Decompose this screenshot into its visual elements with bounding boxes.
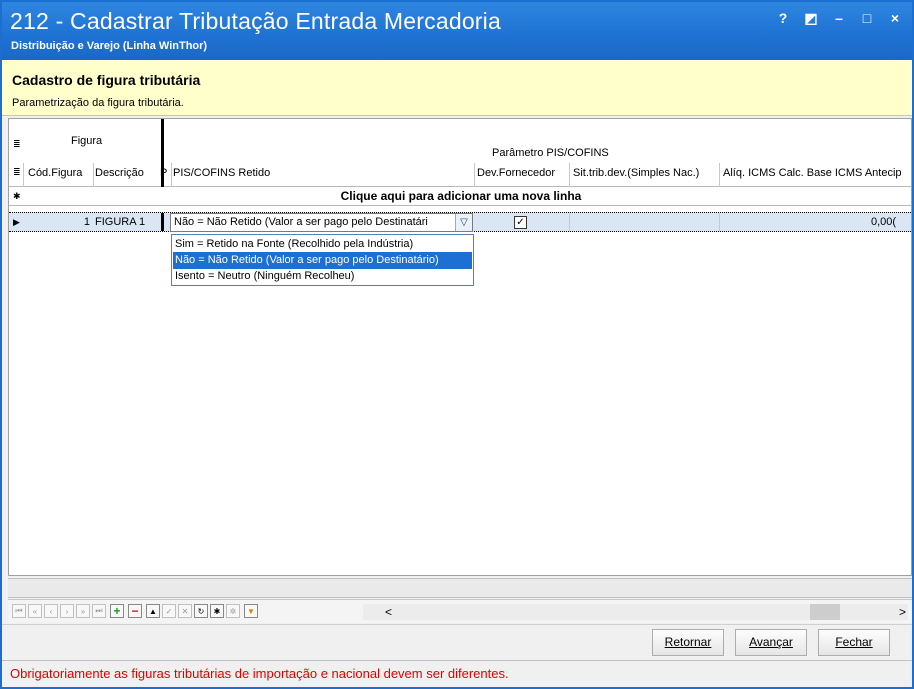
column-chooser-icon-2[interactable]: ≣ <box>13 167 21 178</box>
grid-header: ≣ ≣ Figura Parâmetro PIS/COFINS Cód.Figu… <box>9 119 911 187</box>
chevron-down-icon[interactable]: ▽ <box>455 214 472 231</box>
column-chooser-icon[interactable]: ≣ <box>13 139 21 150</box>
app-window: 212 - Cadastrar Tributação Entrada Merca… <box>0 0 914 689</box>
grid-footer <box>8 578 912 598</box>
header-panel: Cadastro de figura tributária Parametriz… <box>2 60 912 116</box>
last-page-icon[interactable]: ⏭ <box>92 604 106 618</box>
col-cod-figura[interactable]: Cód.Figura <box>28 167 82 179</box>
new-row-text: Clique aqui para adicionar uma nova linh… <box>340 189 582 203</box>
post-icon[interactable]: ✓ <box>162 604 176 618</box>
minimize-icon[interactable]: – <box>832 10 846 26</box>
divider <box>719 213 720 231</box>
navigator-bar: ⏮ « ‹ › » ⏭ + − ▲ ✓ ✕ ↻ ✱ ✲ ▼ < > <box>8 599 912 623</box>
col-sit-trib-dev[interactable]: Sit.trib.dev.(Simples Nac.) <box>573 167 699 179</box>
refresh-icon[interactable]: ↻ <box>194 604 208 618</box>
divider <box>171 163 172 187</box>
maximize-icon[interactable]: □ <box>860 10 874 26</box>
prev-record-icon[interactable]: ‹ <box>44 604 58 618</box>
data-grid: ≣ ≣ Figura Parâmetro PIS/COFINS Cód.Figu… <box>8 118 912 576</box>
divider <box>23 163 24 187</box>
cell-cod-figura[interactable]: 1 <box>28 216 90 228</box>
title-bar[interactable]: 212 - Cadastrar Tributação Entrada Merca… <box>2 2 912 60</box>
bookmark-icon[interactable]: ✱ <box>210 604 224 618</box>
filter-icon[interactable]: ▼ <box>244 604 258 618</box>
combo-value: Não = Não Retido (Valor a ser pago pelo … <box>174 216 428 228</box>
avancar-button[interactable]: Avançar <box>735 629 807 656</box>
first-page-icon[interactable]: ⏮ <box>12 604 26 618</box>
cancel-icon[interactable]: ✕ <box>178 604 192 618</box>
group-header-figura: Figura <box>71 135 103 147</box>
help-icon[interactable]: ? <box>776 10 790 26</box>
dropdown-option-nao[interactable]: Não = Não Retido (Valor a ser pago pelo … <box>173 252 472 269</box>
action-bar: Retornar Avançar Fechar <box>2 624 912 660</box>
divider <box>474 163 475 187</box>
col-descricao[interactable]: Descrição <box>95 167 144 179</box>
status-bar: Obrigatoriamente as figuras tributárias … <box>2 660 912 685</box>
fechar-button[interactable]: Fechar <box>818 629 890 656</box>
restore-icon[interactable]: ◩ <box>804 10 818 26</box>
table-row[interactable]: ▶ 1 FIGURA 1 Não = Não Retido (Valor a s… <box>9 212 911 232</box>
status-message: Obrigatoriamente as figuras tributárias … <box>10 666 509 681</box>
divider <box>569 213 570 231</box>
add-icon[interactable]: + <box>110 604 124 618</box>
close-icon[interactable]: × <box>888 10 902 26</box>
cell-descricao[interactable]: FIGURA 1 <box>95 216 145 228</box>
window-title: 212 - Cadastrar Tributação Entrada Merca… <box>10 8 501 34</box>
scroll-right-icon[interactable]: > <box>899 605 906 619</box>
col-aliq-icms[interactable]: Alíq. ICMS Calc. Base ICMS Antecip <box>723 167 902 179</box>
retornar-button[interactable]: Retornar <box>652 629 724 656</box>
group-header-pis-cofins: Parâmetro PIS/COFINS <box>492 147 609 159</box>
window-controls: ? ◩ – □ × <box>776 10 902 27</box>
window-subtitle: Distribuição e Varejo (Linha WinThor) <box>11 40 208 52</box>
divider <box>93 163 94 187</box>
pis-cofins-retido-combo[interactable]: Não = Não Retido (Valor a ser pago pelo … <box>170 213 473 232</box>
next-page-icon[interactable]: » <box>76 604 90 618</box>
row-indicator-icon: ▶ <box>13 217 20 227</box>
page-title: Cadastro de figura tributária <box>12 72 201 88</box>
edit-icon[interactable]: ▲ <box>146 604 160 618</box>
scroll-left-icon[interactable]: < <box>385 605 392 619</box>
divider <box>719 163 720 187</box>
horizontal-scrollbar[interactable]: < > <box>363 604 908 620</box>
col-dev-fornecedor[interactable]: Dev.Fornecedor <box>477 167 555 179</box>
page-subtitle: Parametrização da figura tributária. <box>12 97 184 109</box>
col-p[interactable]: P <box>160 167 167 179</box>
cell-aliq-icms[interactable]: 0,00( <box>871 216 896 228</box>
pis-cofins-dropdown-list[interactable]: Sim = Retido na Fonte (Recolhido pela In… <box>171 234 474 286</box>
dev-fornecedor-checkbox[interactable]: ✓ <box>514 216 527 229</box>
dropdown-option-isento[interactable]: Isento = Neutro (Ninguém Recolheu) <box>173 268 472 285</box>
prev-page-icon[interactable]: « <box>28 604 42 618</box>
col-pis-cofins-retido[interactable]: PIS/COFINS Retido <box>173 167 270 179</box>
delete-icon[interactable]: − <box>128 604 142 618</box>
new-row[interactable]: ✱ Clique aqui para adicionar uma nova li… <box>9 187 911 206</box>
goto-bookmark-icon[interactable]: ✲ <box>226 604 240 618</box>
dropdown-option-sim[interactable]: Sim = Retido na Fonte (Recolhido pela In… <box>173 236 472 253</box>
next-record-icon[interactable]: › <box>60 604 74 618</box>
divider <box>569 163 570 187</box>
row-splitter <box>161 213 164 231</box>
scroll-thumb[interactable] <box>810 604 840 620</box>
